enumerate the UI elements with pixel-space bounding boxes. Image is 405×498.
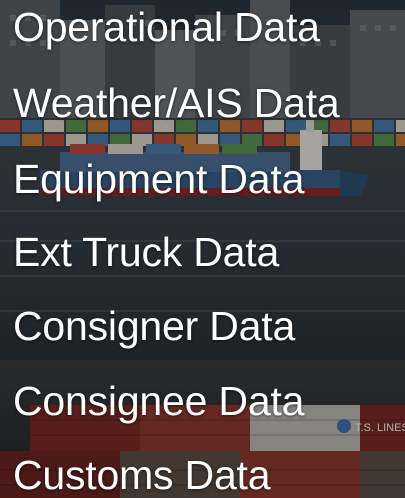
data-category-menu: Operational Data Weather/AIS Data Equipm…: [0, 0, 405, 498]
menu-item-consignee-data[interactable]: Consignee Data: [13, 381, 304, 422]
menu-item-consigner-data[interactable]: Consigner Data: [13, 306, 295, 347]
menu-item-equipment-data[interactable]: Equipment Data: [13, 159, 304, 200]
menu-item-ext-truck-data[interactable]: Ext Truck Data: [13, 232, 279, 273]
menu-item-operational-data[interactable]: Operational Data: [13, 7, 320, 48]
menu-item-customs-data[interactable]: Customs Data: [13, 455, 271, 496]
menu-item-weather-ais-data[interactable]: Weather/AIS Data: [13, 83, 340, 124]
